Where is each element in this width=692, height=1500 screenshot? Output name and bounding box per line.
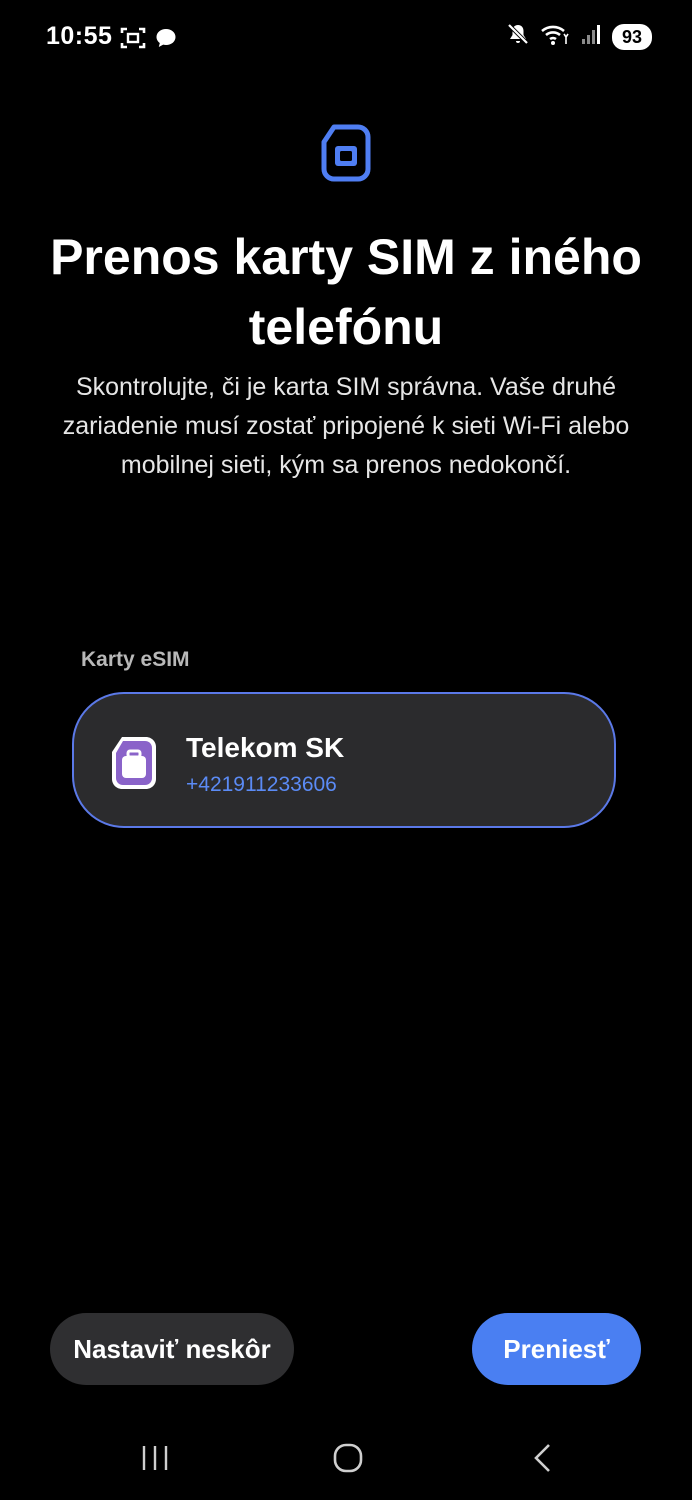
esim-card-telekom[interactable]: Telekom SK +421911233606 [72,692,616,828]
home-button[interactable] [318,1438,378,1482]
esim-carrier-name: Telekom SK [186,732,345,763]
transfer-button[interactable]: Preniesť [472,1313,641,1385]
wifi-icon [540,22,570,51]
esim-phone-number: +421911233606 [186,773,337,796]
page-title: Prenos karty SIM z iného telefónu [50,229,642,355]
home-icon [332,1442,364,1479]
esim-icon [108,734,160,792]
signal-icon [580,22,602,51]
recents-button[interactable] [125,1438,185,1482]
sim-card-icon [320,124,372,182]
esim-section-label: Karty eSIM [81,648,190,671]
navigation-bar [0,1420,692,1500]
back-icon [530,1442,554,1479]
page-description: Skontrolujte, či je karta SIM správna. V… [62,373,630,479]
screenshot-icon [120,26,146,55]
back-button[interactable] [512,1438,572,1482]
chat-icon [154,26,178,55]
recents-icon [140,1443,170,1478]
status-system-icons: 93 [506,22,652,51]
set-up-later-button[interactable]: Nastaviť neskôr [50,1313,294,1385]
status-notification-icons [120,26,178,55]
status-time: 10:55 [46,22,113,50]
mute-icon [506,22,530,51]
status-bar: 10:55 93 [0,0,692,76]
battery-indicator: 93 [612,23,652,50]
